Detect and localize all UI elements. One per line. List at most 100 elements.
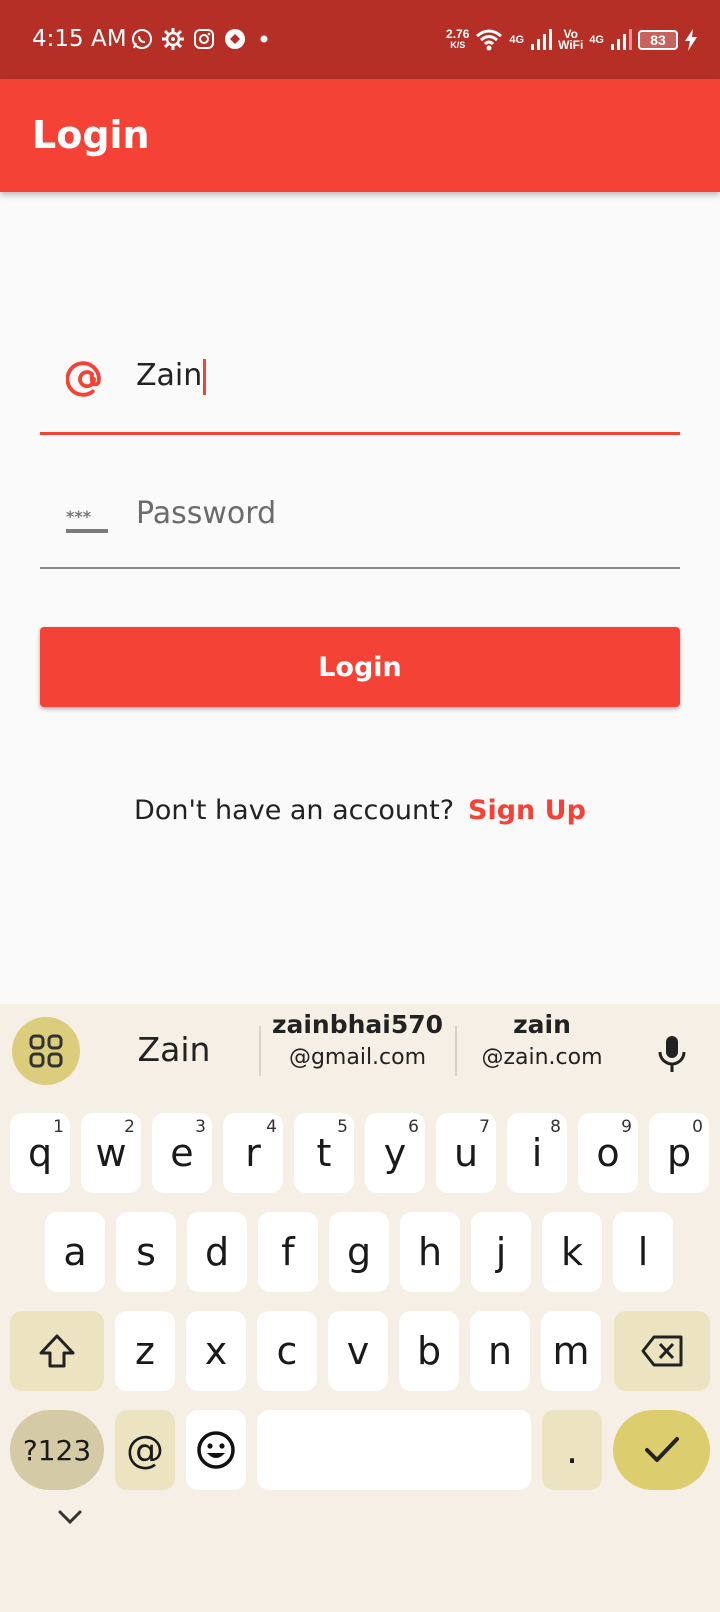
key-d[interactable]: d: [187, 1212, 247, 1292]
suggestion-2[interactable]: zainbhai570 @gmail.com: [265, 1010, 450, 1070]
key-i[interactable]: i8: [507, 1113, 567, 1193]
key-hint: 3: [195, 1117, 206, 1137]
charging-icon: [685, 29, 697, 51]
key-label: k: [560, 1230, 583, 1274]
key-u[interactable]: u7: [436, 1113, 496, 1193]
network-4g-label-2: 4G: [589, 34, 604, 46]
password-icon: ***: [66, 507, 108, 533]
suggestion-bar: Zain zainbhai570 @gmail.com zain @zain.c…: [0, 1004, 720, 1099]
key-label: o: [596, 1131, 620, 1175]
key-k[interactable]: k: [542, 1212, 602, 1292]
key-label: u: [453, 1131, 479, 1175]
key-label: t: [316, 1131, 332, 1175]
camera-app-icon: [225, 29, 245, 49]
key-hint: 5: [337, 1117, 348, 1137]
key-t[interactable]: t5: [294, 1113, 354, 1193]
svg-text:***: ***: [66, 507, 92, 526]
key-label: b: [416, 1329, 442, 1373]
key-label: a: [63, 1230, 87, 1274]
page-title: Login: [32, 113, 150, 157]
key-r[interactable]: r4: [223, 1113, 283, 1193]
instagram-icon: [194, 29, 214, 49]
key-label: h: [417, 1230, 443, 1274]
battery-indicator: 83: [638, 30, 678, 50]
key-hint: 7: [479, 1117, 490, 1137]
login-button[interactable]: Login: [40, 627, 680, 707]
signal-icon: [531, 29, 553, 50]
keyboard: Zain zainbhai570 @gmail.com zain @zain.c…: [0, 1004, 720, 1612]
key-label: e: [170, 1131, 194, 1175]
key-v[interactable]: v: [328, 1311, 388, 1391]
key-z[interactable]: z: [115, 1311, 175, 1391]
signup-link[interactable]: Sign Up: [468, 795, 586, 826]
key-m[interactable]: m: [541, 1311, 601, 1391]
symbols-key[interactable]: ?123: [10, 1410, 104, 1490]
at-icon: [66, 361, 101, 397]
suggestion-1[interactable]: Zain: [100, 1030, 248, 1069]
key-hint: 2: [124, 1117, 135, 1137]
key-label: r: [245, 1131, 261, 1175]
space-key[interactable]: [257, 1410, 531, 1490]
period-key[interactable]: .: [542, 1410, 602, 1490]
email-field[interactable]: Zain: [40, 330, 680, 435]
mic-icon[interactable]: [655, 1034, 689, 1074]
key-label: z: [135, 1329, 155, 1373]
key-p[interactable]: p0: [649, 1113, 709, 1193]
key-label: m: [552, 1329, 590, 1373]
status-right-cluster: 2.76 K/S 4G Vo WiFi 4G 83: [446, 22, 698, 58]
text-cursor: [203, 358, 207, 395]
chevron-down-icon[interactable]: [56, 1508, 84, 1526]
key-label: p: [666, 1131, 692, 1175]
email-field-value[interactable]: Zain: [136, 358, 207, 395]
key-c[interactable]: c: [257, 1311, 317, 1391]
shift-icon: [39, 1334, 75, 1368]
key-label: v: [346, 1329, 370, 1373]
key-label: f: [281, 1230, 295, 1274]
key-s[interactable]: s: [116, 1212, 176, 1292]
key-label: w: [95, 1131, 127, 1175]
key-hint: 9: [621, 1117, 632, 1137]
enter-key[interactable]: [613, 1410, 710, 1490]
suggestion-3[interactable]: zain @zain.com: [458, 1010, 626, 1070]
grid-icon: [29, 1034, 63, 1068]
key-label: q: [27, 1131, 53, 1175]
signup-prompt: Don't have an account?: [134, 795, 455, 826]
suggestion-divider-2: [455, 1026, 457, 1076]
key-hint: 0: [692, 1117, 703, 1137]
whatsapp-icon: [132, 29, 152, 49]
key-e[interactable]: e3: [152, 1113, 212, 1193]
key-g[interactable]: g: [329, 1212, 389, 1292]
suggestion-divider: [259, 1026, 261, 1076]
keyboard-menu-button[interactable]: [12, 1017, 80, 1085]
password-placeholder: Password: [136, 496, 277, 531]
key-b[interactable]: b: [399, 1311, 459, 1391]
backspace-icon: [641, 1335, 683, 1367]
key-label: s: [136, 1230, 156, 1274]
key-h[interactable]: h: [400, 1212, 460, 1292]
key-x[interactable]: x: [186, 1311, 246, 1391]
net-speed: 2.76 K/S: [446, 27, 470, 50]
key-q[interactable]: q1: [10, 1113, 70, 1193]
password-field[interactable]: *** Password: [40, 470, 680, 569]
key-y[interactable]: y6: [365, 1113, 425, 1193]
key-l[interactable]: l: [613, 1212, 673, 1292]
app-bar: Login: [0, 79, 720, 192]
key-label: d: [204, 1230, 230, 1274]
shift-key[interactable]: [10, 1311, 104, 1391]
emoji-key[interactable]: [186, 1410, 246, 1490]
signup-row: Don't have an account? Sign Up: [0, 795, 720, 826]
key-o[interactable]: o9: [578, 1113, 638, 1193]
key-label: j: [495, 1230, 507, 1274]
key-w[interactable]: w2: [81, 1113, 141, 1193]
key-hint: 6: [408, 1117, 419, 1137]
at-key[interactable]: @: [115, 1410, 175, 1490]
key-label: i: [531, 1131, 543, 1175]
backspace-key[interactable]: [614, 1311, 710, 1391]
key-a[interactable]: a: [45, 1212, 105, 1292]
key-j[interactable]: j: [471, 1212, 531, 1292]
key-hint: 1: [53, 1117, 64, 1137]
key-label: y: [383, 1131, 407, 1175]
key-hint: 8: [550, 1117, 561, 1137]
key-f[interactable]: f: [258, 1212, 318, 1292]
key-n[interactable]: n: [470, 1311, 530, 1391]
